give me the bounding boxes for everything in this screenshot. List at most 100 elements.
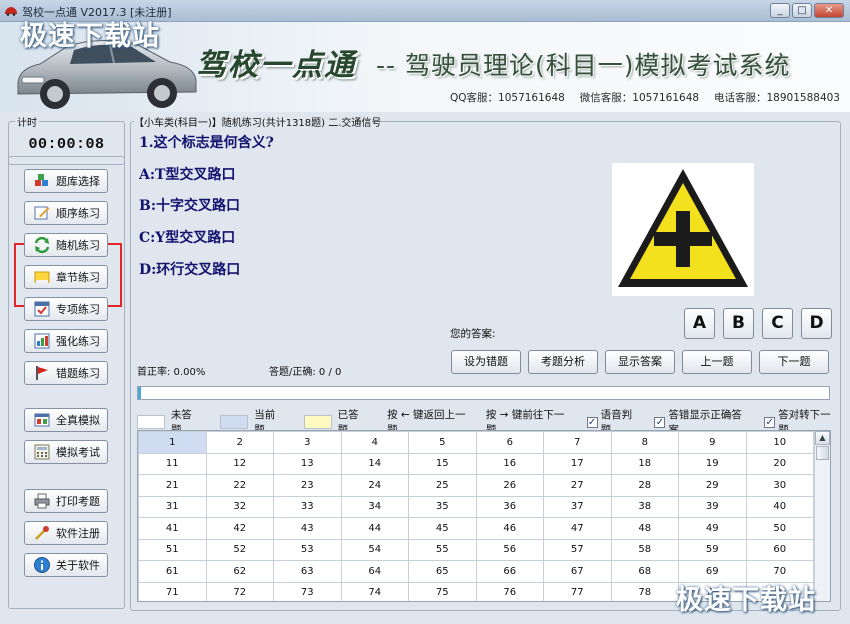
question-cell[interactable]: 28 xyxy=(610,474,679,497)
question-cell[interactable]: 43 xyxy=(273,517,342,540)
question-cell[interactable]: 22 xyxy=(205,474,274,497)
question-cell[interactable]: 44 xyxy=(340,517,409,540)
question-cell[interactable]: 32 xyxy=(205,495,274,518)
question-cell[interactable]: 60 xyxy=(745,538,814,561)
scroll-up-icon[interactable]: ▲ xyxy=(815,431,830,445)
answer-b-button[interactable]: B xyxy=(723,308,754,339)
answer-c-button[interactable]: C xyxy=(762,308,793,339)
voice-checkbox[interactable]: ✓ xyxy=(586,416,598,428)
question-cell[interactable]: 67 xyxy=(543,560,612,583)
question-cell[interactable]: 10 xyxy=(745,431,814,454)
question-cell[interactable]: 62 xyxy=(205,560,274,583)
question-cell[interactable]: 20 xyxy=(745,452,814,475)
question-cell[interactable]: 31 xyxy=(138,495,207,518)
full-simulation-button[interactable]: 全真模拟 xyxy=(24,408,108,432)
question-cell[interactable]: 7 xyxy=(543,431,612,454)
intensive-practice-button[interactable]: 强化练习 xyxy=(24,329,108,353)
question-cell[interactable]: 30 xyxy=(745,474,814,497)
question-cell[interactable]: 63 xyxy=(273,560,342,583)
question-cell[interactable]: 35 xyxy=(408,495,477,518)
question-cell[interactable]: 42 xyxy=(205,517,274,540)
question-cell[interactable]: 41 xyxy=(138,517,207,540)
print-questions-button[interactable]: 打印考题 xyxy=(24,489,108,513)
mark-wrong-button[interactable]: 设为错题 xyxy=(451,350,521,374)
question-cell[interactable]: 45 xyxy=(408,517,477,540)
question-cell[interactable]: 55 xyxy=(408,538,477,561)
question-cell[interactable]: 72 xyxy=(205,581,274,601)
sequential-practice-button[interactable]: 顺序练习 xyxy=(24,201,108,225)
question-cell[interactable]: 25 xyxy=(408,474,477,497)
question-cell[interactable]: 1 xyxy=(138,431,207,454)
question-cell[interactable]: 14 xyxy=(340,452,409,475)
prev-question-button[interactable]: 上一题 xyxy=(682,350,752,374)
question-cell[interactable]: 12 xyxy=(205,452,274,475)
wrong-practice-button[interactable]: 错题练习 xyxy=(24,361,108,385)
question-cell[interactable]: 17 xyxy=(543,452,612,475)
question-cell[interactable]: 48 xyxy=(610,517,679,540)
question-cell[interactable]: 39 xyxy=(678,495,747,518)
question-cell[interactable]: 23 xyxy=(273,474,342,497)
question-cell[interactable]: 9 xyxy=(678,431,747,454)
question-cell[interactable]: 24 xyxy=(340,474,409,497)
question-cell[interactable]: 65 xyxy=(408,560,477,583)
question-cell[interactable]: 5 xyxy=(408,431,477,454)
question-cell[interactable]: 61 xyxy=(138,560,207,583)
question-cell[interactable]: 29 xyxy=(678,474,747,497)
question-bank-button[interactable]: 题库选择 xyxy=(24,169,108,193)
question-cell[interactable]: 16 xyxy=(475,452,544,475)
question-cell[interactable]: 64 xyxy=(340,560,409,583)
question-cell[interactable]: 34 xyxy=(340,495,409,518)
chapter-practice-button[interactable]: 章节练习 xyxy=(24,265,108,289)
question-cell[interactable]: 13 xyxy=(273,452,342,475)
show-answer-button[interactable]: 显示答案 xyxy=(605,350,675,374)
option-a[interactable]: A:T型交叉路口 xyxy=(139,164,235,184)
question-cell[interactable]: 77 xyxy=(543,581,612,601)
question-cell[interactable]: 8 xyxy=(610,431,679,454)
question-cell[interactable]: 3 xyxy=(273,431,342,454)
about-button[interactable]: 关于软件 xyxy=(24,553,108,577)
question-cell[interactable]: 15 xyxy=(408,452,477,475)
question-cell[interactable]: 58 xyxy=(610,538,679,561)
question-cell[interactable]: 36 xyxy=(475,495,544,518)
question-cell[interactable]: 52 xyxy=(205,538,274,561)
question-cell[interactable]: 59 xyxy=(678,538,747,561)
question-cell[interactable]: 2 xyxy=(205,431,274,454)
option-d[interactable]: D:环行交叉路口 xyxy=(139,259,240,279)
question-cell[interactable]: 53 xyxy=(273,538,342,561)
question-cell[interactable]: 57 xyxy=(543,538,612,561)
question-cell[interactable]: 78 xyxy=(610,581,679,601)
question-cell[interactable]: 49 xyxy=(678,517,747,540)
question-cell[interactable]: 71 xyxy=(138,581,207,601)
option-b[interactable]: B:十字交叉路口 xyxy=(139,195,240,215)
question-cell[interactable]: 66 xyxy=(475,560,544,583)
question-cell[interactable]: 51 xyxy=(138,538,207,561)
close-button[interactable]: ✕ xyxy=(814,3,844,18)
show-correct-checkbox[interactable]: ✓ xyxy=(654,416,666,428)
question-cell[interactable]: 76 xyxy=(475,581,544,601)
question-cell[interactable]: 26 xyxy=(475,474,544,497)
question-cell[interactable]: 68 xyxy=(610,560,679,583)
maximize-button[interactable]: □ xyxy=(792,3,812,18)
grid-scrollbar[interactable]: ▲ xyxy=(814,431,830,601)
question-cell[interactable]: 33 xyxy=(273,495,342,518)
question-cell[interactable]: 40 xyxy=(745,495,814,518)
question-cell[interactable]: 38 xyxy=(610,495,679,518)
topic-practice-button[interactable]: 专项练习 xyxy=(24,297,108,321)
question-cell[interactable]: 73 xyxy=(273,581,342,601)
minimize-button[interactable]: _ xyxy=(770,3,790,18)
question-cell[interactable]: 21 xyxy=(138,474,207,497)
register-button[interactable]: 软件注册 xyxy=(24,521,108,545)
question-cell[interactable]: 18 xyxy=(610,452,679,475)
question-cell[interactable]: 19 xyxy=(678,452,747,475)
auto-next-checkbox[interactable]: ✓ xyxy=(764,416,776,428)
question-cell[interactable]: 50 xyxy=(745,517,814,540)
question-cell[interactable]: 4 xyxy=(340,431,409,454)
question-cell[interactable]: 75 xyxy=(408,581,477,601)
next-question-button[interactable]: 下一题 xyxy=(759,350,829,374)
question-cell[interactable]: 56 xyxy=(475,538,544,561)
question-cell[interactable]: 37 xyxy=(543,495,612,518)
question-cell[interactable]: 6 xyxy=(475,431,544,454)
question-cell[interactable]: 27 xyxy=(543,474,612,497)
question-cell[interactable]: 54 xyxy=(340,538,409,561)
mock-exam-button[interactable]: 模拟考试 xyxy=(24,440,108,464)
